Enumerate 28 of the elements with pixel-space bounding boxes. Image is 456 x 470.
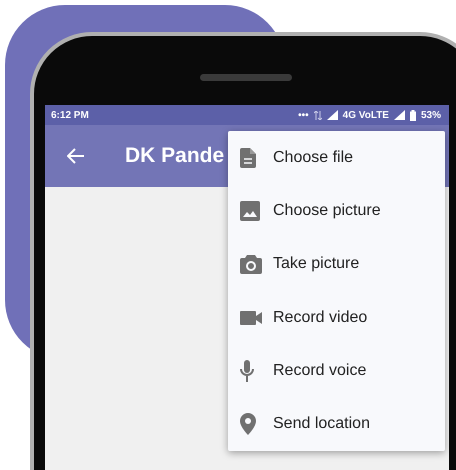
menu-label: Take picture bbox=[273, 255, 360, 274]
document-icon bbox=[240, 148, 256, 168]
signal-icon bbox=[394, 110, 405, 120]
menu-label: Record video bbox=[273, 308, 368, 327]
status-time: 6:12 PM bbox=[51, 110, 89, 120]
battery-percent: 53% bbox=[420, 110, 441, 120]
video-camera-icon bbox=[240, 310, 262, 325]
battery-icon bbox=[410, 110, 416, 120]
back-arrow-icon[interactable] bbox=[67, 148, 85, 164]
status-dots: ••• bbox=[298, 110, 309, 120]
microphone-icon bbox=[240, 360, 254, 382]
menu-item[interactable]: Send location bbox=[228, 398, 445, 451]
chat-title: DK Pande bbox=[125, 144, 224, 168]
camera-icon bbox=[240, 254, 262, 274]
menu-item[interactable]: Take picture bbox=[228, 238, 445, 291]
network-label: 4G VoLTE bbox=[342, 110, 389, 120]
menu-item[interactable]: Record video bbox=[228, 291, 445, 344]
menu-item[interactable]: Choose file bbox=[228, 131, 445, 184]
signal-icon bbox=[326, 110, 338, 120]
menu-label: Choose file bbox=[273, 148, 354, 167]
menu-label: Record voice bbox=[273, 362, 366, 380]
menu-item[interactable]: Choose picture bbox=[228, 184, 445, 238]
menu-label: Send location bbox=[273, 415, 370, 434]
data-arrows-icon bbox=[314, 110, 322, 120]
menu-item[interactable]: Record voice bbox=[228, 344, 445, 398]
image-icon bbox=[240, 200, 260, 221]
location-pin-icon bbox=[240, 413, 256, 436]
menu-label: Choose picture bbox=[273, 202, 381, 220]
